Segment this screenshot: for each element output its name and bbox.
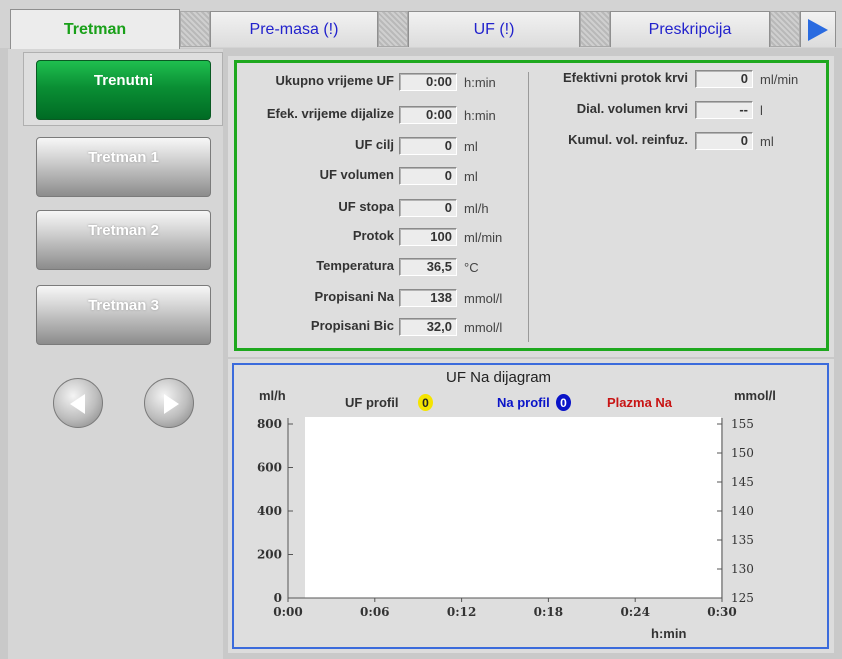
x-axis-tick-label: 0:00 xyxy=(273,605,302,619)
x-axis-tick-label: 0:12 xyxy=(447,605,476,619)
chart-axes: 0 200 400 600 800 125 130 135 140 145 150 155 0:00… xyxy=(257,417,754,619)
x-axis-tick-label: 0:18 xyxy=(534,605,563,619)
left-axis-tick-label: 200 xyxy=(257,548,282,562)
x-axis-tick-label: 0:06 xyxy=(360,605,389,619)
x-axis-tick-label: 0:30 xyxy=(707,605,736,619)
right-axis-tick-label: 130 xyxy=(731,562,754,576)
x-axis-tick-label: 0:24 xyxy=(620,605,649,619)
left-axis-tick-label: 400 xyxy=(257,504,282,518)
right-axis-tick-label: 140 xyxy=(731,504,754,518)
chart-x-axis-unit: h:min xyxy=(651,626,687,641)
right-axis-tick-label: 155 xyxy=(731,417,754,431)
right-axis-tick-label: 135 xyxy=(731,533,754,547)
tab-tretman[interactable]: Tretman xyxy=(10,9,180,49)
right-axis-tick-label: 145 xyxy=(731,475,754,489)
right-axis-tick-label: 125 xyxy=(731,591,754,605)
right-axis-tick-label: 150 xyxy=(731,446,754,460)
left-axis-tick-label: 800 xyxy=(257,417,282,431)
left-axis-tick-label: 0 xyxy=(274,591,282,605)
left-axis-tick-label: 600 xyxy=(257,461,282,475)
